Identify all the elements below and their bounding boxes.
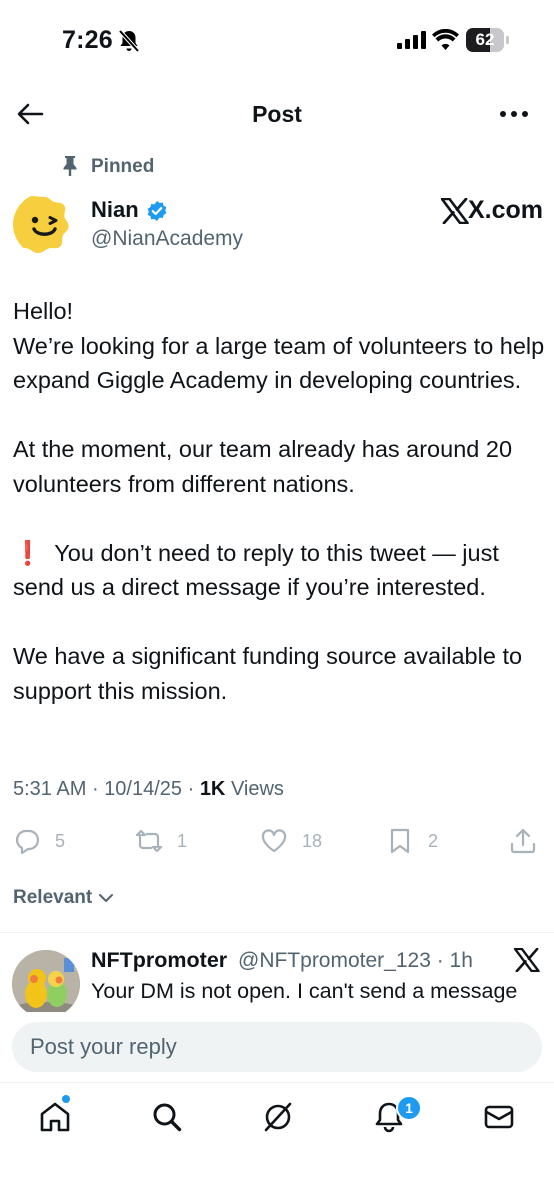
post-date: 10/14/25 (104, 778, 183, 800)
post-meta: 5:31 AM · 10/14/25 · 1K Views (13, 778, 284, 801)
grok-icon[interactable] (261, 1100, 295, 1134)
reply-input[interactable]: Post your reply (12, 1022, 542, 1072)
bookmark-count: 2 (428, 830, 439, 851)
x-logo-icon (441, 198, 469, 224)
repost-action[interactable]: 1 (135, 826, 187, 856)
author-avatar[interactable] (13, 193, 76, 256)
mail-icon[interactable] (482, 1100, 516, 1134)
bookmark-action[interactable]: 2 (386, 826, 438, 856)
reply-avatar[interactable] (12, 950, 80, 1018)
more-options-icon[interactable] (498, 104, 530, 124)
pin-icon (63, 156, 77, 176)
post-line-dm-text: You don’t need to reply to this tweet — … (13, 539, 499, 601)
battery-indicator: 62 (466, 28, 510, 52)
search-icon[interactable] (150, 1100, 184, 1134)
sort-label: Relevant (13, 887, 93, 908)
heart-icon (261, 829, 287, 853)
x-logo-icon (514, 948, 540, 972)
exclamation-icon: ❗ (13, 539, 43, 566)
reply-text: Your DM is not open. I can't send a mess… (91, 979, 518, 1003)
reply-author-handle[interactable]: @NFTpromoter_123 · 1h (238, 949, 473, 973)
divider (0, 932, 554, 933)
post-time: 5:31 AM (13, 778, 87, 800)
verified-badge-icon (147, 201, 167, 221)
repost-count: 1 (177, 830, 188, 851)
pinned-label: Pinned (91, 156, 155, 177)
post-line-funding: We have a significant funding source ava… (13, 643, 523, 704)
views-label[interactable]: Views (225, 778, 284, 800)
author-name[interactable]: Nian (91, 197, 139, 223)
notifications-badge: 1 (396, 1095, 422, 1121)
reply-input-placeholder: Post your reply (30, 1034, 177, 1059)
post-line-greeting: Hello! (13, 298, 74, 324)
share-action[interactable] (509, 826, 537, 856)
reply-icon (15, 829, 40, 855)
brand-link[interactable]: X.com (468, 196, 543, 225)
battery-percent: 62 (475, 30, 495, 49)
post-text: Hello! We’re looking for a large team of… (13, 294, 545, 708)
repost-icon (135, 829, 163, 853)
page-title: Post (252, 101, 302, 127)
views-count[interactable]: 1K (200, 778, 226, 800)
author-handle[interactable]: @NianAcademy (91, 227, 243, 251)
bookmark-icon (390, 828, 410, 854)
post-line-team: At the moment, our team already has arou… (13, 436, 513, 497)
like-count: 18 (302, 830, 323, 851)
post-line-dm: ❗ You don’t need to reply to this tweet —… (13, 536, 545, 605)
status-time: 7:26 (62, 26, 113, 54)
post-line-volunteers: We’re looking for a large team of volunt… (13, 332, 545, 394)
share-icon (510, 828, 536, 854)
sort-dropdown[interactable]: Relevant (13, 887, 114, 909)
home-icon[interactable] (38, 1100, 72, 1134)
reply-count: 5 (55, 830, 66, 851)
like-action[interactable]: 18 (260, 826, 322, 856)
wifi-icon (432, 29, 459, 50)
reply-author-name[interactable]: NFTpromoter (91, 948, 227, 973)
reply-action[interactable]: 5 (13, 826, 65, 856)
meta-separator: · (86, 778, 105, 800)
silent-bell-icon (118, 29, 140, 53)
cellular-signal-icon (397, 31, 426, 49)
home-new-dot (62, 1095, 70, 1103)
meta-separator: · (182, 778, 200, 800)
chevron-down-icon (99, 894, 114, 902)
